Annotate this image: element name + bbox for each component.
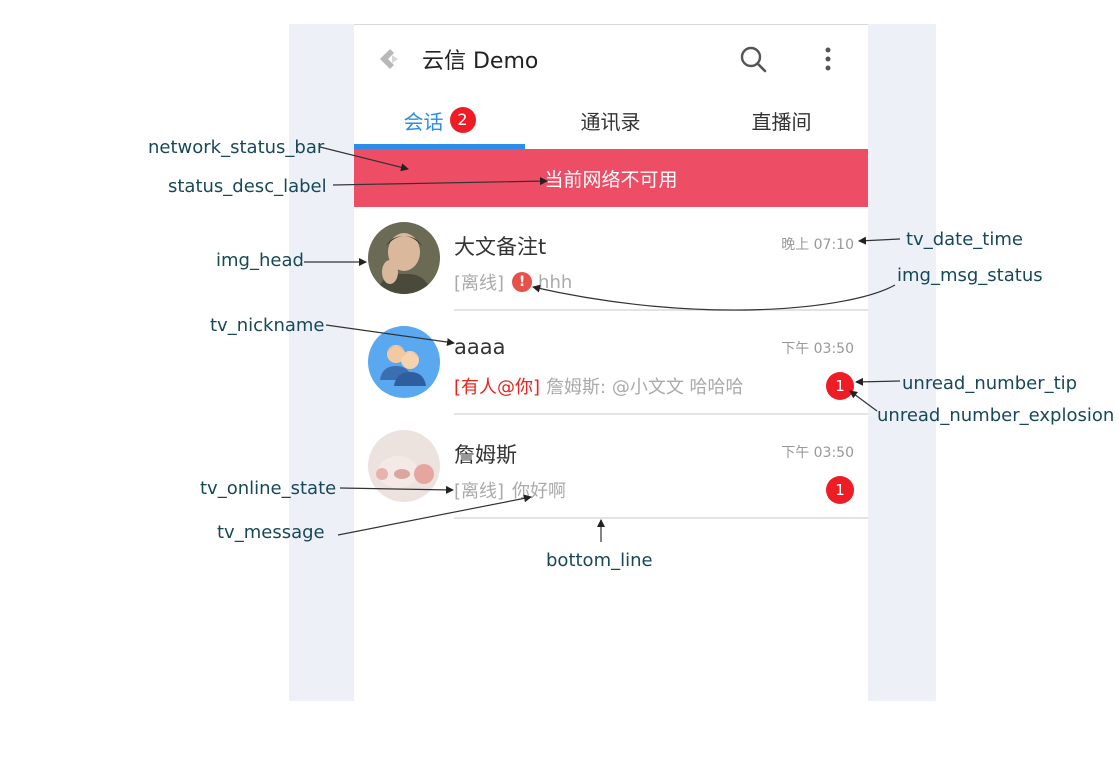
network-status-bar: 当前网络不可用: [354, 149, 868, 207]
phone-screen: 云信 Demo 会话 2 通讯录 直播间 当前网络不可用 大文备注t 晚上 07…: [354, 24, 868, 701]
session-message-row: [离线] 你好啊: [454, 477, 566, 503]
avatar: [368, 326, 440, 398]
group-avatar-icon: [368, 326, 440, 398]
tab-sessions-label: 会话: [403, 109, 444, 134]
app-title: 云信 Demo: [422, 49, 539, 74]
session-message-row: [离线] ! hhh: [454, 269, 572, 295]
tab-sessions[interactable]: 会话 2: [354, 91, 525, 149]
session-time: 晚上 07:10: [781, 237, 854, 253]
annotation-tv-nickname: tv_nickname: [210, 315, 325, 336]
session-nickname: 大文备注t: [454, 235, 547, 259]
annotation-network-status-bar: network_status_bar: [148, 137, 325, 158]
session-item[interactable]: aaaa 下午 03:50 [有人@你] 詹姆斯: @小文文 哈哈哈 1: [354, 311, 868, 415]
annotation-img-head: img_head: [216, 250, 304, 271]
app-bar: 云信 Demo: [354, 25, 868, 91]
tab-live-room-label: 直播间: [751, 109, 812, 134]
annotation-tv-online-state: tv_online_state: [200, 478, 337, 499]
session-message: 詹姆斯: @小文文 哈哈哈: [546, 377, 744, 398]
annotation-bottom-line: bottom_line: [546, 550, 653, 571]
photo-avatar-icon: [368, 222, 440, 294]
tab-sessions-badge: 2: [449, 107, 476, 133]
app-logo-icon: [380, 49, 398, 69]
annotation-unread-number-tip: unread_number_tip: [902, 373, 1078, 394]
tab-contacts-label: 通讯录: [580, 109, 641, 134]
msg-status-error-icon: !: [512, 272, 533, 292]
avatar: [368, 222, 440, 294]
annotation-unread-number-explosion: unread_number_explosion: [877, 405, 1115, 426]
tab-contacts[interactable]: 通讯录: [525, 91, 696, 149]
session-item[interactable]: 大文备注t 晚上 07:10 [离线] ! hhh: [354, 207, 868, 311]
more-vertical-icon[interactable]: [816, 45, 840, 73]
online-state: [离线]: [454, 273, 505, 294]
session-time: 下午 03:50: [781, 341, 854, 357]
search-icon[interactable]: [739, 45, 767, 73]
session-message: hhh: [538, 271, 573, 293]
annotation-img-msg-status: img_msg_status: [897, 265, 1043, 286]
status-desc-label: 当前网络不可用: [544, 168, 678, 191]
tab-live-room[interactable]: 直播间: [696, 91, 867, 149]
at-mention-tag: [有人@你]: [454, 377, 541, 398]
annotation-tv-date-time: tv_date_time: [906, 229, 1023, 250]
session-message-row: [有人@你] 詹姆斯: @小文文 哈哈哈: [454, 373, 744, 399]
online-state: [离线]: [454, 481, 505, 502]
session-time: 下午 03:50: [781, 445, 854, 461]
session-nickname: aaaa: [454, 335, 506, 359]
photo-avatar-icon: [368, 430, 440, 502]
bottom-line: [454, 517, 868, 519]
tab-bar: 会话 2 通讯录 直播间: [354, 91, 868, 149]
annotation-status-desc-label: status_desc_label: [168, 176, 327, 197]
unread-number-tip: 1: [826, 476, 854, 504]
session-nickname: 詹姆斯: [454, 443, 517, 467]
session-item[interactable]: 詹姆斯 下午 03:50 [离线] 你好啊 1: [354, 415, 868, 519]
annotation-tv-message: tv_message: [217, 522, 325, 543]
avatar: [368, 430, 440, 502]
unread-number-tip: 1: [826, 372, 854, 400]
session-message: 你好啊: [512, 481, 567, 502]
